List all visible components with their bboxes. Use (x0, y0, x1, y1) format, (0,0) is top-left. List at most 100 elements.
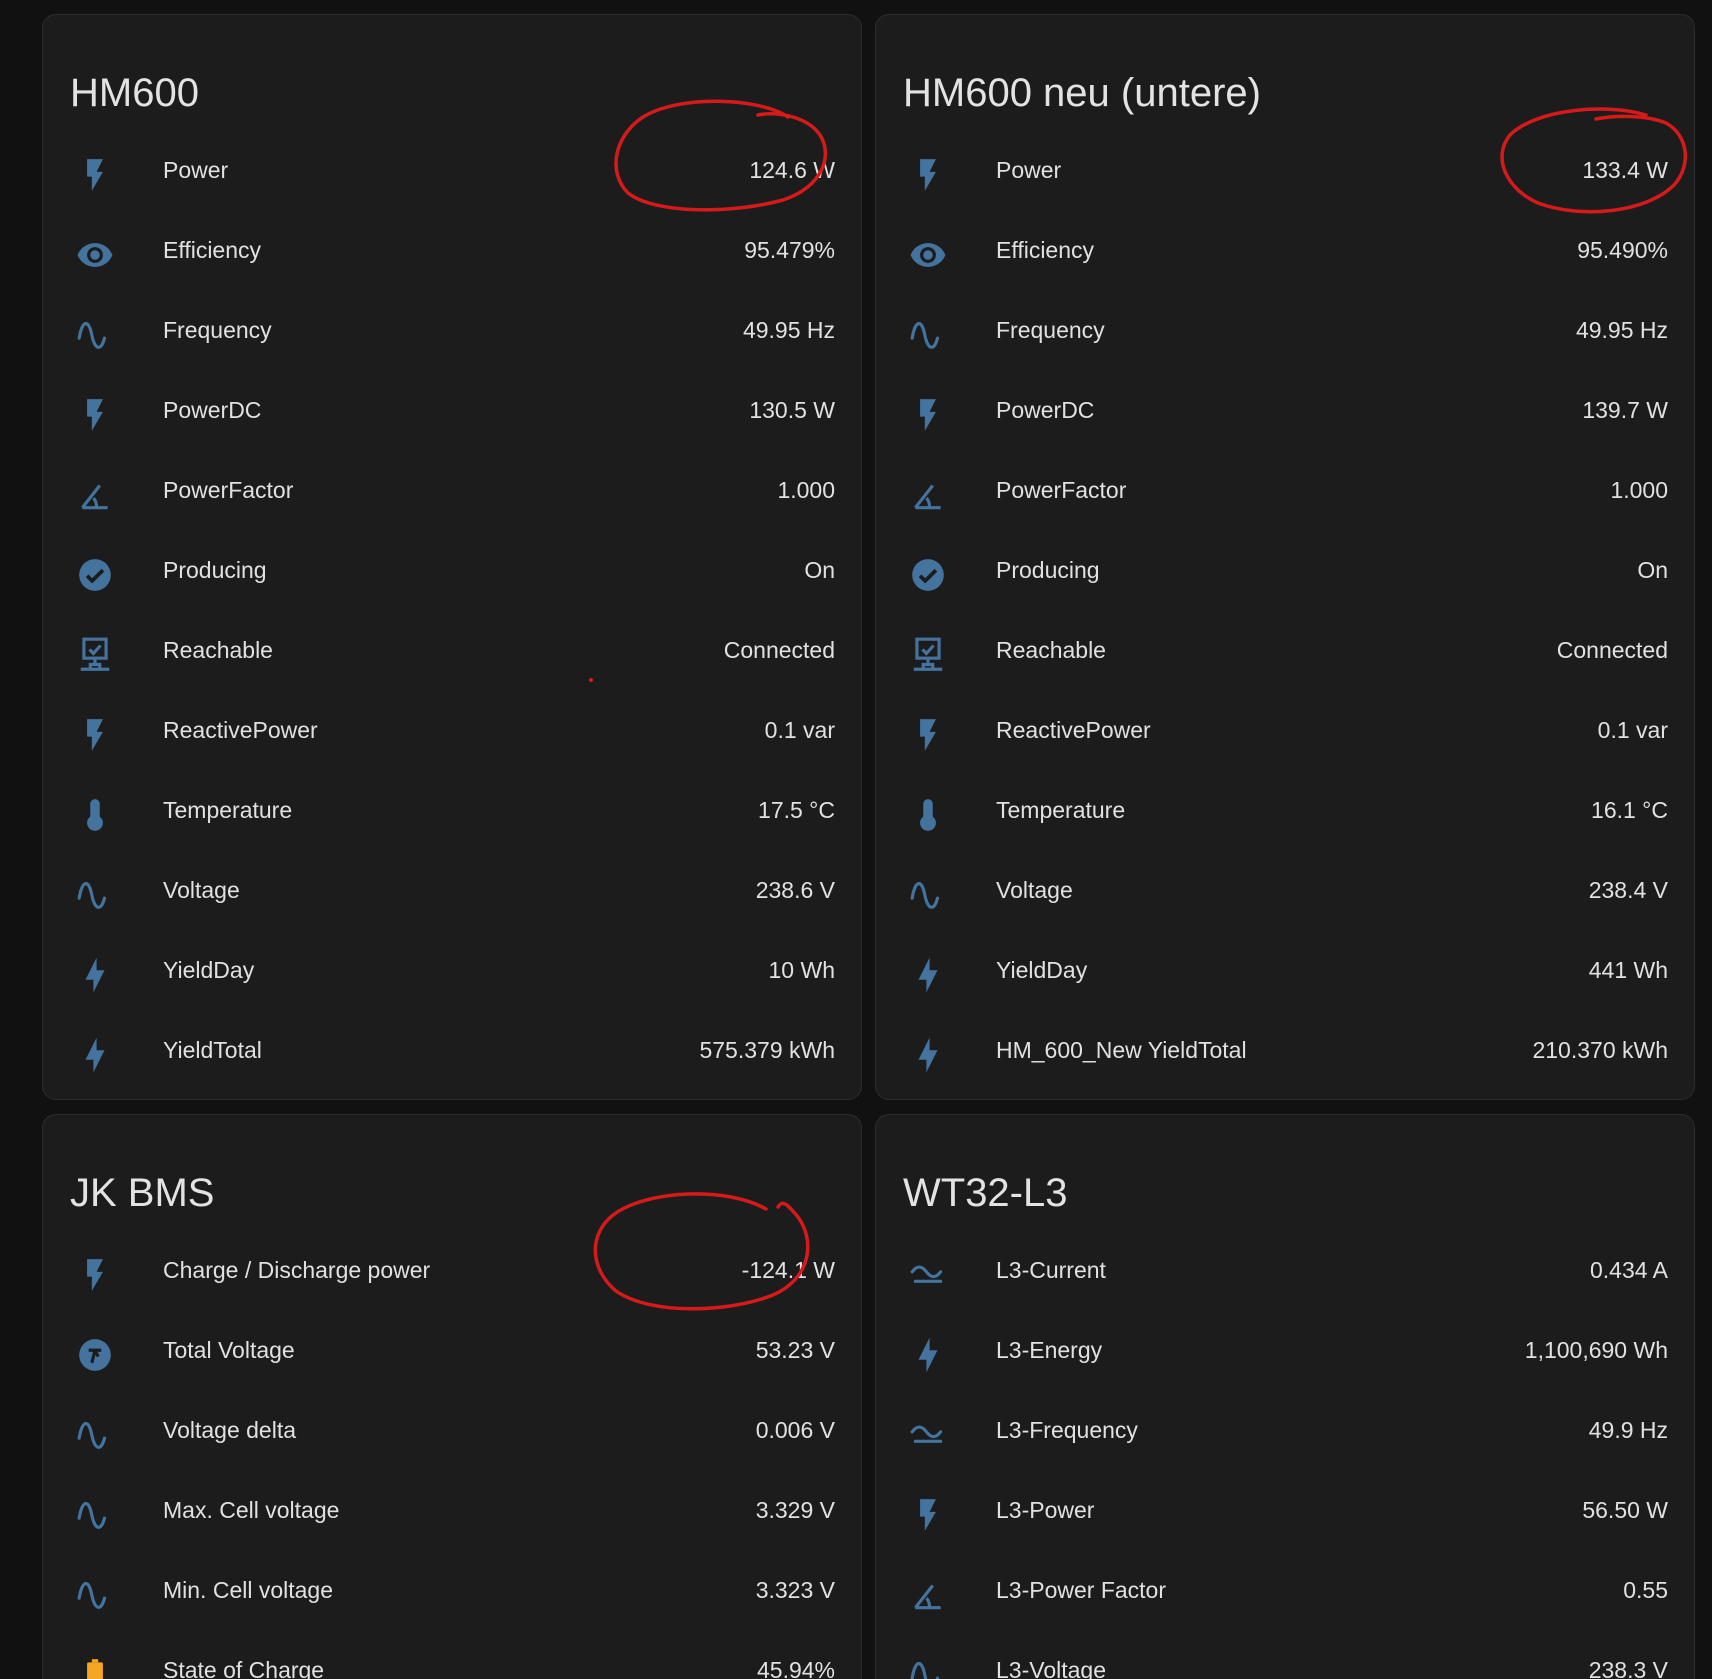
entity-row[interactable]: Efficiency 95.490% (876, 215, 1694, 295)
eye-icon (73, 233, 117, 277)
entity-row[interactable]: YieldTotal 575.379 kWh (43, 1015, 861, 1095)
entity-row[interactable]: Temperature 17.5 °C (43, 775, 861, 855)
entity-name: Producing (996, 557, 1100, 583)
entity-row[interactable]: PowerFactor 1.000 (876, 455, 1694, 535)
entity-name: Voltage (163, 877, 240, 903)
entity-name: Frequency (163, 317, 272, 343)
current-ac-icon (906, 1253, 950, 1297)
entity-state: 0.1 var (1597, 717, 1668, 743)
entity-row[interactable]: PowerFactor 1.000 (43, 455, 861, 535)
sine-wave-icon (73, 1573, 117, 1617)
entity-state: 441 Wh (1588, 957, 1668, 983)
entity-row[interactable]: YieldDay 441 Wh (876, 935, 1694, 1015)
entity-row[interactable]: YieldDay 10 Wh (43, 935, 861, 1015)
entity-row[interactable]: Charge / Discharge power -124.1 W (43, 1235, 861, 1315)
entity-name: Total Voltage (163, 1337, 295, 1363)
card-title: HM600 neu (untere) (903, 71, 1261, 115)
entity-row[interactable]: Producing On (43, 535, 861, 615)
entity-row[interactable]: Max. Cell voltage 3.329 V (43, 1475, 861, 1555)
entity-row[interactable]: PowerDC 139.7 W (876, 375, 1694, 455)
entity-name: Voltage delta (163, 1417, 297, 1443)
entity-state: Connected (723, 637, 835, 663)
lightning-icon (906, 1033, 950, 1077)
entity-state: 56.50 W (1582, 1497, 1668, 1523)
entity-name: Voltage (996, 877, 1073, 903)
flash-icon (73, 153, 117, 197)
entity-name: L3-Power Factor (996, 1577, 1167, 1603)
entity-row[interactable]: State of Charge 45.94% (43, 1635, 861, 1679)
entity-name: HM_600_New YieldTotal (996, 1037, 1247, 1063)
entity-row[interactable]: L3-Energy 1,100,690 Wh (876, 1315, 1694, 1395)
entity-state: 95.490% (1577, 237, 1668, 263)
entity-name: PowerFactor (163, 477, 294, 503)
entity-state: 49.95 Hz (742, 317, 835, 343)
entity-state: 10 Wh (768, 957, 835, 983)
flash-icon (906, 1493, 950, 1537)
entity-row[interactable]: L3-Current 0.434 A (876, 1235, 1694, 1315)
entity-state: 1.000 (777, 477, 835, 503)
entity-row[interactable]: Producing On (876, 535, 1694, 615)
check-circle-icon (906, 553, 950, 597)
entity-name: Max. Cell voltage (163, 1497, 340, 1523)
entity-row[interactable]: Efficiency 95.479% (43, 215, 861, 295)
entity-name: Charge / Discharge power (163, 1257, 431, 1283)
entity-row[interactable]: Voltage 238.6 V (43, 855, 861, 935)
battery-icon (73, 1653, 117, 1679)
entity-name: YieldDay (996, 957, 1088, 983)
entity-state: 1,100,690 Wh (1524, 1337, 1668, 1363)
entity-row[interactable]: Min. Cell voltage 3.323 V (43, 1555, 861, 1635)
entity-state: -124.1 W (741, 1257, 835, 1283)
entity-state: On (1637, 557, 1668, 583)
entity-row[interactable]: Total Voltage 53.23 V (43, 1315, 861, 1395)
entity-state: 0.434 A (1589, 1257, 1668, 1283)
entity-row[interactable]: Reachable Connected (43, 615, 861, 695)
entity-row[interactable]: Reachable Connected (876, 615, 1694, 695)
entity-row[interactable]: PowerDC 130.5 W (43, 375, 861, 455)
entity-row[interactable]: Frequency 49.95 Hz (43, 295, 861, 375)
entity-state: 3.323 V (755, 1577, 835, 1603)
entity-name: Power (163, 157, 229, 183)
monitor-network-icon (906, 633, 950, 677)
entity-state: 210.370 kWh (1532, 1037, 1668, 1063)
entity-row[interactable]: ReactivePower 0.1 var (43, 695, 861, 775)
entity-name: L3-Voltage (996, 1657, 1106, 1679)
entity-name: Reachable (996, 637, 1106, 663)
card-title: JK BMS (70, 1171, 215, 1215)
gauge-icon (73, 1333, 117, 1377)
entity-row[interactable]: Frequency 49.95 Hz (876, 295, 1694, 375)
entity-list: Power 133.4 W Efficiency 95.490% Frequency 49… (876, 135, 1694, 1095)
entity-state: 16.1 °C (1591, 797, 1668, 823)
entity-row[interactable]: L3-Voltage 238.3 V (876, 1635, 1694, 1679)
entity-state: Connected (1556, 637, 1668, 663)
entity-name: YieldTotal (163, 1037, 262, 1063)
entity-row[interactable]: Power 133.4 W (876, 135, 1694, 215)
entity-name: PowerDC (163, 397, 262, 423)
entity-state: 238.6 V (755, 877, 835, 903)
sine-wave-icon (73, 313, 117, 357)
entity-name: Temperature (996, 797, 1126, 823)
entity-list: L3-Current 0.434 A L3-Energy 1,100,690 Wh L3… (876, 1235, 1694, 1679)
entity-row[interactable]: L3-Frequency 49.9 Hz (876, 1395, 1694, 1475)
entity-name: Producing (163, 557, 267, 583)
entity-row[interactable]: Temperature 16.1 °C (876, 775, 1694, 855)
entity-name: L3-Energy (996, 1337, 1103, 1363)
entity-row[interactable]: Voltage 238.4 V (876, 855, 1694, 935)
entity-row[interactable]: Voltage delta 0.006 V (43, 1395, 861, 1475)
sine-wave-icon (906, 313, 950, 357)
entity-name: ReactivePower (163, 717, 318, 743)
flash-icon (73, 393, 117, 437)
entity-state: 0.55 (1623, 1577, 1668, 1603)
entity-row[interactable]: ReactivePower 0.1 var (876, 695, 1694, 775)
entity-row[interactable]: HM_600_New YieldTotal 210.370 kWh (876, 1015, 1694, 1095)
entity-state: 1.000 (1610, 477, 1668, 503)
dashboard: HM600 Power 124.6 W Efficiency 95.479% Frequ… (0, 0, 1712, 1679)
entity-row[interactable]: L3-Power 56.50 W (876, 1475, 1694, 1555)
entity-row[interactable]: L3-Power Factor 0.55 (876, 1555, 1694, 1635)
entity-state: 238.4 V (1588, 877, 1668, 903)
entity-name: L3-Current (996, 1257, 1106, 1283)
lightning-icon (73, 953, 117, 997)
entities-card-wt32-l3: WT32-L3 L3-Current 0.434 A L3-Energy 1,100,… (875, 1114, 1695, 1679)
entity-row[interactable]: Power 124.6 W (43, 135, 861, 215)
red-dot-annotation (589, 678, 593, 682)
eye-icon (906, 233, 950, 277)
